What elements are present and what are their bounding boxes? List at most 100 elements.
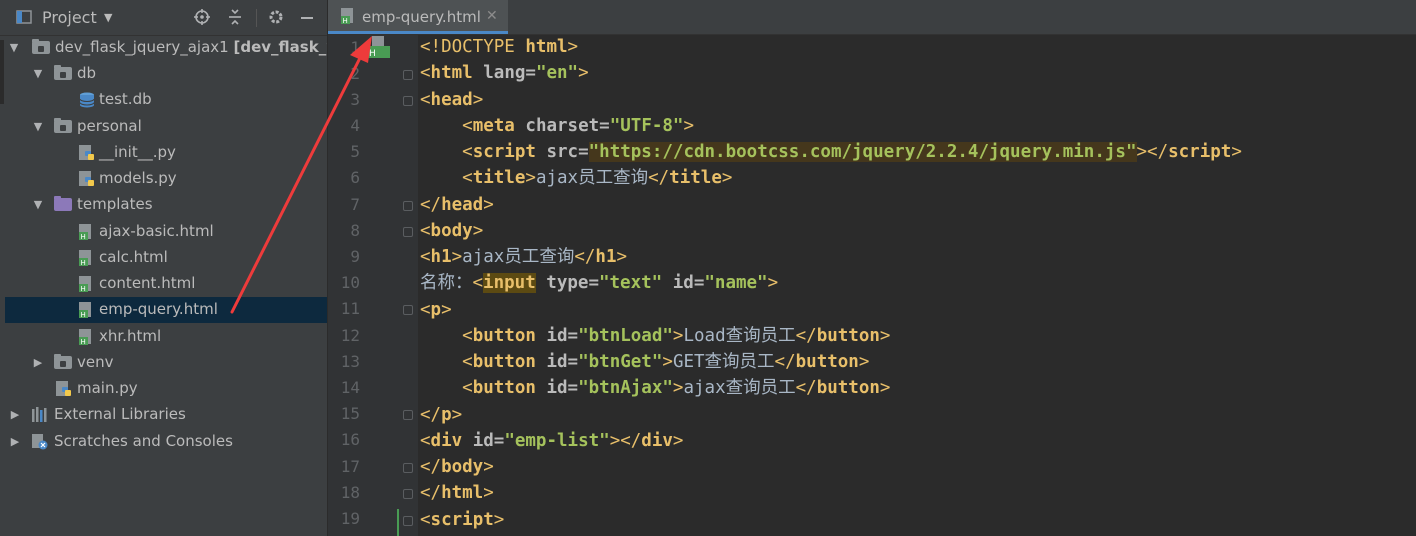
html-file-icon[interactable]: H xyxy=(366,36,390,60)
chevron-down-icon[interactable]: ▼ xyxy=(31,114,45,140)
svg-text:H: H xyxy=(81,259,86,266)
line-number: 2 xyxy=(350,64,360,83)
line-number: 14 xyxy=(340,378,360,397)
svg-text:H: H xyxy=(81,233,86,240)
fold-marker[interactable] xyxy=(403,305,413,315)
fold-marker[interactable] xyxy=(403,410,413,420)
code-line-13[interactable]: <button id="btnGet">GET查询员工</button> xyxy=(420,349,869,375)
line-number: 9 xyxy=(350,247,360,266)
tree-item-personal[interactable]: ▼ personal xyxy=(0,114,327,140)
line-number: 6 xyxy=(350,168,360,187)
database-icon xyxy=(79,92,95,108)
chevron-down-icon[interactable]: ▼ xyxy=(31,61,45,87)
tree-item-content-html[interactable]: H content.html xyxy=(0,271,327,297)
code-line-8[interactable]: <body> xyxy=(420,218,483,244)
code-line-16[interactable]: <div id="emp-list"></div> xyxy=(420,428,683,454)
tree-item-emp-query-html[interactable]: H emp-query.html xyxy=(5,297,327,323)
fold-marker[interactable] xyxy=(403,516,413,526)
code-line-19[interactable]: <script> xyxy=(420,507,504,533)
code-line-17[interactable]: </body> xyxy=(420,454,494,480)
code-line-2[interactable]: <html lang="en"> xyxy=(420,60,589,86)
tree-item-init-py[interactable]: __init__.py xyxy=(0,140,327,166)
collapse-all-icon[interactable] xyxy=(227,9,243,25)
templates-folder-icon xyxy=(54,196,72,211)
tree-item-label: xhr.html xyxy=(99,327,162,345)
tree-item-templates[interactable]: ▼ templates xyxy=(0,192,327,218)
tab-emp-query-html[interactable]: H emp-query.html ✕ xyxy=(328,0,508,34)
tree-item-ajax-basic-html[interactable]: H ajax-basic.html xyxy=(0,219,327,245)
tree-item-main-py[interactable]: main.py xyxy=(0,376,327,402)
chevron-right-icon[interactable]: ▶ xyxy=(8,402,22,428)
code-line-6[interactable]: <title>ajax员工查询</title> xyxy=(420,165,732,191)
code-line-11[interactable]: <p> xyxy=(420,297,452,323)
tree-item-calc-html[interactable]: H calc.html xyxy=(0,245,327,271)
chevron-down-icon[interactable]: ▼ xyxy=(7,35,21,61)
svg-text:H: H xyxy=(81,311,86,318)
tree-item-label: content.html xyxy=(99,274,196,292)
header-divider xyxy=(256,9,257,27)
tree-item-label: models.py xyxy=(99,169,177,187)
fold-marker[interactable] xyxy=(403,96,413,106)
chevron-down-icon[interactable]: ▼ xyxy=(31,192,45,218)
chevron-right-icon[interactable]: ▶ xyxy=(31,350,45,376)
tree-item-label: venv xyxy=(77,353,114,371)
tree-item-label: __init__.py xyxy=(99,143,176,161)
line-number: 4 xyxy=(350,116,360,135)
tree-item-db[interactable]: ▼ db xyxy=(0,61,327,87)
tree-item-venv[interactable]: ▶ venv xyxy=(0,350,327,376)
line-number: 15 xyxy=(340,404,360,423)
folder-icon xyxy=(32,39,50,54)
gear-icon[interactable] xyxy=(268,9,284,25)
tree-item-xhr-html[interactable]: H xhr.html xyxy=(0,324,327,350)
fold-marker[interactable] xyxy=(403,463,413,473)
code-line-7[interactable]: </head> xyxy=(420,192,494,218)
folder-icon xyxy=(54,354,72,369)
hide-panel-icon[interactable] xyxy=(299,9,315,25)
line-number: 18 xyxy=(340,483,360,502)
line-number: 19 xyxy=(340,509,360,528)
code-line-5[interactable]: <script src="https://cdn.bootcss.com/jqu… xyxy=(420,139,1242,165)
tree-item-models-py[interactable]: models.py xyxy=(0,166,327,192)
chevron-right-icon[interactable]: ▶ xyxy=(8,429,22,455)
code-line-15[interactable]: </p> xyxy=(420,402,462,428)
project-panel-title[interactable]: Project xyxy=(42,8,97,27)
tree-item-project-root[interactable]: ▼ dev_flask_jquery_ajax1 [dev_flask_we xyxy=(0,35,327,61)
tree-item-scratches[interactable]: ▶ Scratches and Consoles xyxy=(0,429,327,455)
fold-marker[interactable] xyxy=(403,489,413,499)
tree-item-external-libraries[interactable]: ▶ External Libraries xyxy=(0,402,327,428)
tab-label: emp-query.html xyxy=(362,8,481,26)
locate-file-icon[interactable] xyxy=(194,9,210,25)
close-icon[interactable]: ✕ xyxy=(486,8,498,24)
chevron-down-icon[interactable]: ▼ xyxy=(104,11,112,24)
fold-marker[interactable] xyxy=(403,201,413,211)
editor-tab-bar: H emp-query.html ✕ xyxy=(328,0,1416,35)
html-file-icon: H xyxy=(79,224,91,240)
line-number: 13 xyxy=(340,352,360,371)
line-number: 16 xyxy=(340,430,360,449)
code-line-10[interactable]: 名称：<input type="text" id="name"> xyxy=(420,270,778,296)
code-line-3[interactable]: <head> xyxy=(420,87,483,113)
project-view-icon[interactable] xyxy=(16,9,32,25)
tree-item-label: emp-query.html xyxy=(99,300,218,318)
html-file-icon: H xyxy=(79,329,91,345)
fold-marker[interactable] xyxy=(403,227,413,237)
line-number: 10 xyxy=(340,273,360,292)
code-line-18[interactable]: </html> xyxy=(420,480,494,506)
python-file-icon xyxy=(79,145,94,160)
svg-text:H: H xyxy=(81,338,86,345)
code-line-12[interactable]: <button id="btnLoad">Load查询员工</button> xyxy=(420,323,890,349)
html-file-icon: H xyxy=(79,250,91,266)
code-line-4[interactable]: <meta charset="UTF-8"> xyxy=(420,113,694,139)
tree-item-project-suffix: [dev_flask_we xyxy=(233,38,328,56)
code-line-9[interactable]: <h1>ajax员工查询</h1> xyxy=(420,244,627,270)
fold-marker[interactable] xyxy=(403,70,413,80)
code-line-1[interactable]: <!DOCTYPE html> xyxy=(420,34,578,60)
svg-text:H: H xyxy=(81,285,86,292)
line-number: 8 xyxy=(350,221,360,240)
tree-item-label: db xyxy=(77,64,97,82)
libraries-icon xyxy=(32,407,47,422)
folder-icon xyxy=(54,118,72,133)
code-line-14[interactable]: <button id="btnAjax">ajax查询员工</button> xyxy=(420,375,890,401)
tree-item-test-db[interactable]: test.db xyxy=(0,87,327,113)
html-file-icon: H xyxy=(79,302,91,318)
